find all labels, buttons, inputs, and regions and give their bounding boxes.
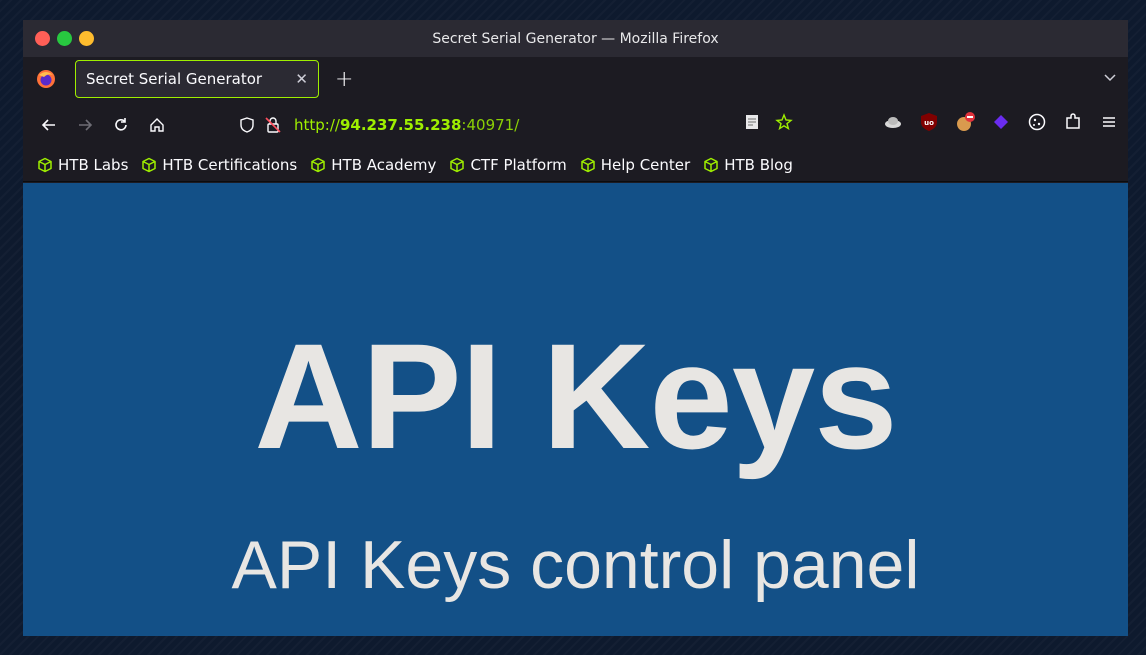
url-actions [743, 113, 793, 135]
tab-secret-serial-generator[interactable]: Secret Serial Generator ✕ [75, 60, 319, 98]
back-button[interactable] [31, 116, 67, 134]
title-bar: Secret Serial Generator — Mozilla Firefo… [23, 20, 1128, 57]
url-scheme: http:// [294, 115, 340, 134]
bookmark-htb-certifications[interactable]: HTB Certifications [141, 156, 297, 174]
bookmark-star-icon[interactable] [775, 113, 793, 135]
htb-cube-icon [311, 157, 325, 172]
bookmark-htb-labs[interactable]: HTB Labs [37, 156, 128, 174]
extensions-puzzle-icon[interactable] [1062, 111, 1084, 133]
bookmark-ctf-platform[interactable]: CTF Platform [449, 155, 567, 174]
reader-view-icon[interactable] [743, 113, 761, 135]
purple-diamond-extension-icon[interactable] [990, 111, 1012, 133]
bookmark-htb-blog[interactable]: HTB Blog [703, 156, 793, 174]
htb-cube-icon [38, 157, 52, 172]
extensions-toolbar: uo [882, 111, 1120, 133]
firefox-logo-icon[interactable] [23, 69, 69, 89]
extension-hat-icon[interactable] [882, 111, 904, 133]
reload-icon [115, 117, 127, 131]
window-title: Secret Serial Generator — Mozilla Firefo… [432, 30, 719, 47]
forward-arrow-icon [79, 118, 93, 131]
tab-bar: Secret Serial Generator ✕ + [23, 57, 1128, 101]
home-button[interactable] [139, 116, 175, 134]
insecure-lock-icon[interactable] [264, 116, 282, 134]
bookmark-label: HTB Certifications [162, 155, 298, 174]
home-icon [150, 117, 164, 132]
cookie-blocker-extension-icon[interactable] [954, 111, 976, 133]
page-content: API Keys API Keys control panel [23, 183, 1128, 636]
htb-cube-icon [450, 157, 465, 172]
back-arrow-icon [41, 118, 55, 131]
maximize-window-button[interactable] [57, 31, 72, 46]
tracking-shield-icon[interactable] [238, 116, 256, 134]
ublock-origin-icon[interactable]: uo [918, 111, 940, 133]
chevron-down-icon[interactable] [1102, 69, 1118, 89]
cookie-icon[interactable] [1026, 111, 1048, 133]
htb-cube-icon [580, 157, 595, 172]
svg-text:uo: uo [924, 119, 934, 127]
page-subheading: API Keys control panel [231, 527, 920, 603]
forward-button[interactable] [67, 116, 103, 134]
bookmark-label: HTB Academy [331, 155, 437, 174]
htb-cube-icon [704, 157, 718, 172]
bookmark-label: HTB Blog [724, 155, 793, 174]
bookmark-htb-academy[interactable]: HTB Academy [310, 156, 436, 174]
window-controls [35, 31, 94, 46]
browser-window: Secret Serial Generator — Mozilla Firefo… [23, 20, 1128, 636]
htb-cube-icon [142, 157, 157, 172]
reload-button[interactable] [103, 116, 139, 134]
close-window-button[interactable] [35, 31, 50, 46]
close-tab-icon[interactable]: ✕ [295, 70, 308, 88]
url-bar[interactable]: http://94.237.55.238:40971/ [238, 101, 519, 148]
bookmarks-toolbar: HTB Labs HTB Certifications HTB Academy … [23, 148, 1128, 182]
bookmark-label: HTB Labs [58, 155, 129, 174]
tab-label: Secret Serial Generator [86, 70, 263, 88]
minimize-window-button[interactable] [79, 31, 94, 46]
navigation-bar: http://94.237.55.238:40971/ uo [23, 101, 1128, 148]
hamburger-menu-icon[interactable] [1098, 111, 1120, 133]
page-heading: API Keys [254, 312, 897, 480]
bookmark-label: CTF Platform [470, 155, 567, 174]
url-port-path: :40971/ [461, 115, 520, 134]
bookmark-help-center[interactable]: Help Center [580, 156, 690, 174]
new-tab-button[interactable]: + [335, 67, 353, 92]
bookmark-label: Help Center [600, 155, 691, 174]
url-host: 94.237.55.238 [339, 115, 462, 134]
